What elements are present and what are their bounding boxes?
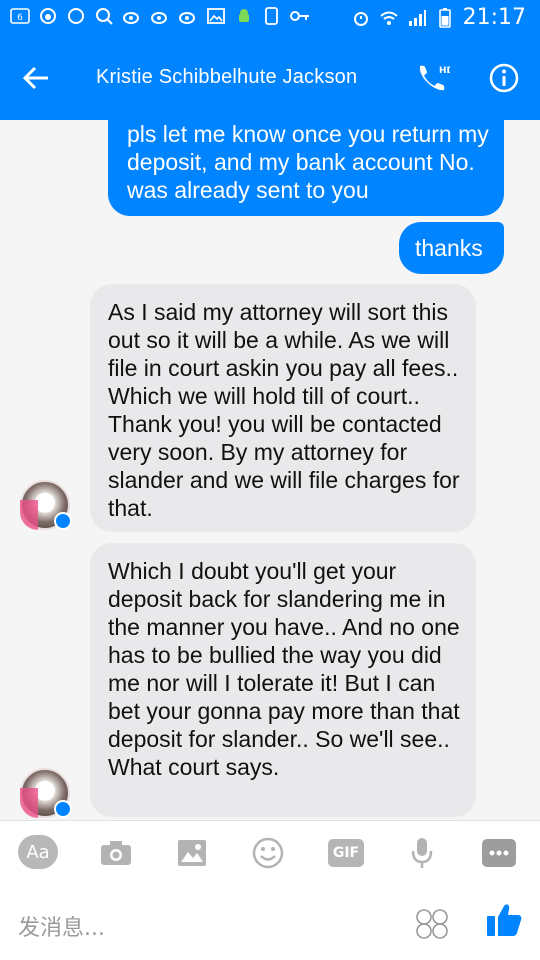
wifi-icon: [379, 8, 399, 28]
message-bubble-incoming[interactable]: As I said my attorney will sort this out…: [90, 284, 476, 532]
image-icon: [206, 6, 226, 26]
message-input[interactable]: 发消息...: [18, 910, 105, 942]
message-text: pls let me know once you return my depos…: [127, 121, 489, 203]
text-format-button[interactable]: Aa: [18, 835, 58, 869]
phone-icon: [262, 6, 282, 26]
hd-badge: HD: [439, 66, 450, 76]
info-icon[interactable]: [488, 62, 520, 94]
alarm-icon: [351, 8, 371, 28]
messenger-badge-icon: [54, 800, 72, 818]
status-bar: 6 21:17: [0, 0, 540, 36]
emoji-icon[interactable]: [248, 835, 288, 871]
camera-icon[interactable]: [96, 835, 136, 871]
status-icons-left: 6: [10, 6, 310, 26]
more-options-icon[interactable]: [482, 839, 516, 867]
message-text: thanks: [415, 235, 483, 261]
search-icon: [94, 6, 114, 26]
gif-button[interactable]: GIF: [328, 839, 364, 867]
hd-call-icon[interactable]: HD: [414, 60, 454, 96]
microphone-icon[interactable]: [402, 835, 442, 871]
contact-name[interactable]: Kristie Schibbelhute Jackson: [96, 66, 357, 89]
weibo-icon: [122, 6, 142, 26]
message-text: Which I doubt you'll get your deposit ba…: [108, 558, 460, 780]
avatar-photo-detail: [20, 788, 38, 818]
battery-icon: [435, 8, 455, 28]
contact-avatar[interactable]: [20, 768, 72, 818]
avatar-photo-detail: [20, 500, 38, 530]
weibo-icon: [38, 6, 58, 26]
thumbs-up-icon[interactable]: [484, 900, 524, 940]
conversation-header: Kristie Schibbelhute Jackson HD: [0, 36, 540, 120]
circle-icon: [66, 6, 86, 26]
android-icon: [234, 6, 254, 26]
sticker-icon[interactable]: [414, 908, 450, 940]
back-arrow-icon[interactable]: [18, 60, 54, 96]
signal-icon: [407, 8, 427, 28]
gallery-icon[interactable]: [172, 835, 212, 871]
weibo-icon: [150, 6, 170, 26]
composer-toolbar: Aa GIF: [0, 820, 540, 884]
message-composer: 发消息...: [0, 884, 540, 960]
message-bubble-outgoing[interactable]: pls let me know once you return my depos…: [108, 120, 504, 216]
message-text: As I said my attorney will sort this out…: [108, 299, 460, 521]
clock-time: 21:17: [462, 5, 526, 30]
message-list[interactable]: pls let me know once you return my depos…: [0, 120, 540, 820]
svg-text:6: 6: [17, 13, 23, 23]
message-bubble-incoming[interactable]: Which I doubt you'll get your deposit ba…: [90, 543, 476, 817]
status-icons-right: 21:17: [351, 6, 526, 30]
key-icon: [290, 6, 310, 26]
notification-6-icon: 6: [10, 6, 30, 26]
weibo-icon: [178, 6, 198, 26]
contact-avatar[interactable]: [20, 480, 72, 530]
message-bubble-outgoing[interactable]: thanks: [399, 222, 504, 274]
messenger-badge-icon: [54, 512, 72, 530]
